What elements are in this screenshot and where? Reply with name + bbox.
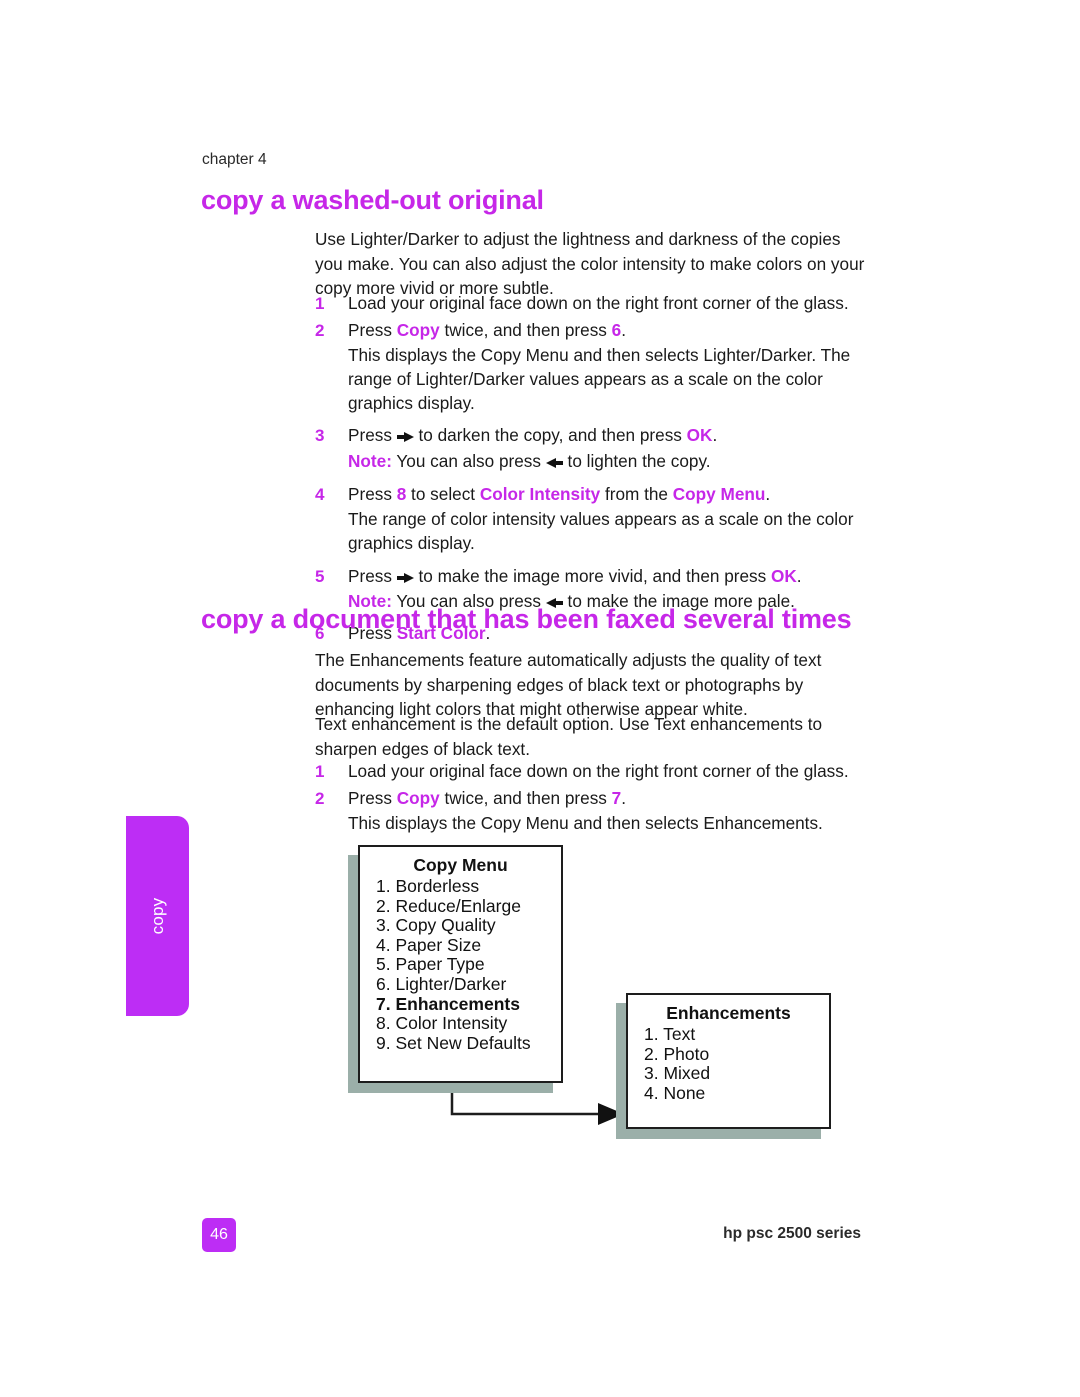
step-number: 3 xyxy=(315,426,325,446)
list-item: 5 Press to make the image more vivid, an… xyxy=(315,564,875,590)
step-number: 1 xyxy=(315,294,325,313)
note-label: Note: xyxy=(348,450,392,471)
inline-key-6: 6 xyxy=(611,319,622,340)
list-item: 1 Load your original face down on the ri… xyxy=(315,291,875,317)
side-tab-label: copy xyxy=(147,897,167,935)
copy-menu-box: Copy Menu 1. Borderless 2. Reduce/Enlarg… xyxy=(358,845,563,1083)
right-arrow-icon xyxy=(396,432,414,443)
section1-step2-detail: This displays the Copy Menu and then sel… xyxy=(348,345,851,413)
copy-menu-title: Copy Menu xyxy=(413,855,508,875)
step-number: 2 xyxy=(315,320,325,340)
step-text: Load your original face down on the righ… xyxy=(348,761,849,781)
section1-note-3: Note: You can also press to lighten the … xyxy=(348,450,711,471)
enhancements-item: 4. None xyxy=(644,1082,706,1103)
inline-key-copy: Copy xyxy=(396,787,440,808)
step-text: Load your original face down on the righ… xyxy=(348,293,849,313)
copy-menu-item: 5. Paper Type xyxy=(376,954,485,975)
enhancements-item: 1. Text xyxy=(644,1024,696,1044)
section1-step4-detail: The range of color intensity values appe… xyxy=(348,509,854,553)
step-number: 5 xyxy=(315,566,325,586)
copy-menu-item: 8. Color Intensity xyxy=(376,1013,508,1034)
page-title-faxed-document: copy a document that has been faxed seve… xyxy=(201,604,852,634)
copy-menu-item: 6. Lighter/Darker xyxy=(376,973,507,994)
step-number: 4 xyxy=(315,484,325,504)
enhancements-title: Enhancements xyxy=(666,1003,791,1023)
inline-key-7: 7 xyxy=(611,787,622,808)
footer-product-name: hp psc 2500 series xyxy=(723,1225,861,1242)
section2-step2-detail: This displays the Copy Menu and then sel… xyxy=(348,813,823,833)
page-number: 46 xyxy=(210,1226,228,1243)
enhancements-item: 2. Photo xyxy=(644,1043,710,1064)
list-item: 1 Load your original face down on the ri… xyxy=(315,759,875,785)
enhancements-item: 3. Mixed xyxy=(644,1063,711,1084)
list-item: 4 Press 8 to select Color Intensity from… xyxy=(315,482,875,508)
section2-paragraph-1: The Enhancements feature automatically a… xyxy=(315,650,822,720)
step-number: 1 xyxy=(315,762,325,781)
copy-menu-item: 1. Borderless xyxy=(376,876,480,896)
left-arrow-icon xyxy=(545,457,563,468)
page-title-washed-out-original: copy a washed-out original xyxy=(201,185,544,215)
section1-intro-paragraph: Use Lighter/Darker to adjust the lightne… xyxy=(315,229,865,299)
list-item: 2 Press Copy twice, and then press 6. xyxy=(315,318,875,344)
list-item: 3 Press to darken the copy, and then pre… xyxy=(315,423,875,449)
section2-step-list: 1 Load your original face down on the ri… xyxy=(315,759,875,836)
chapter-side-tab: copy xyxy=(126,816,189,1016)
enhancements-box: Enhancements 1. Text 2. Photo 3. Mixed 4… xyxy=(626,993,831,1129)
right-arrow-icon xyxy=(396,572,414,583)
step-text: Press Copy twice, and then press 6. xyxy=(348,319,626,340)
inline-key-copy: Copy xyxy=(396,319,440,340)
copy-menu-item: 9. Set New Defaults xyxy=(376,1032,531,1053)
page-number-badge: 46 xyxy=(202,1218,236,1252)
step-text: Press Copy twice, and then press 7. xyxy=(348,787,626,808)
inline-key-8: 8 xyxy=(396,483,407,504)
copy-menu-item: 4. Paper Size xyxy=(376,934,482,955)
chapter-label: chapter 4 xyxy=(202,151,267,168)
step-text: Press 8 to select Color Intensity from t… xyxy=(348,483,771,504)
inline-menu-copy-menu: Copy Menu xyxy=(672,483,766,504)
step-text: Press to darken the copy, and then press… xyxy=(348,425,718,446)
step-number: 2 xyxy=(315,788,325,808)
step-text: Press to make the image more vivid, and … xyxy=(348,565,802,586)
inline-key-ok: OK xyxy=(686,425,713,446)
section2-paragraph-2: Text enhancement is the default option. … xyxy=(315,714,823,759)
inline-key-ok: OK xyxy=(771,565,797,586)
copy-menu-item-selected: 7. Enhancements xyxy=(376,993,520,1014)
list-item: 2 Press Copy twice, and then press 7. xyxy=(315,786,875,812)
inline-menu-color-intensity: Color Intensity xyxy=(479,483,601,504)
copy-menu-item: 3. Copy Quality xyxy=(376,915,496,936)
copy-menu-item: 2. Reduce/Enlarge xyxy=(376,895,521,916)
section1-step-list: 1 Load your original face down on the ri… xyxy=(315,291,875,648)
